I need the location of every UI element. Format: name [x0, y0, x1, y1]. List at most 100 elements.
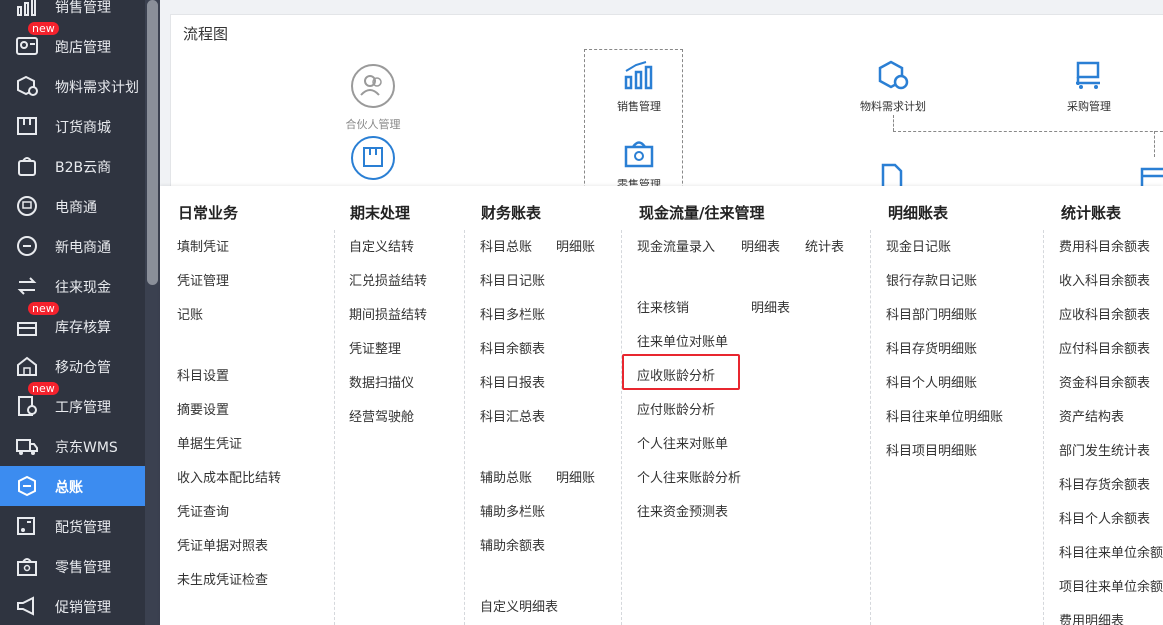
flow-node-label: 物料需求计划 — [860, 100, 926, 113]
partner-icon — [351, 64, 395, 108]
menu-item-stock-balance[interactable]: 科目存货余额表 — [1059, 474, 1150, 493]
retail-icon — [17, 558, 37, 576]
sidebar-item-mrp[interactable]: 物料需求计划 — [0, 66, 145, 106]
menu-item-unit-statement[interactable]: 往来单位对账单 — [637, 331, 728, 350]
menu-item-posting[interactable]: 记账 — [177, 304, 203, 323]
menu-item-income-balance[interactable]: 收入科目余额表 — [1059, 270, 1150, 289]
menu-item-account-daily-report[interactable]: 科目日报表 — [480, 372, 545, 391]
menu-item-fx-carryover[interactable]: 汇兑损益结转 — [349, 270, 427, 289]
menu-item-data-scanner[interactable]: 数据扫描仪 — [349, 372, 414, 391]
menu-item-custom-detail[interactable]: 自定义明细表 — [480, 596, 558, 615]
menu-item-detail-ledger[interactable]: 明细账 — [556, 236, 595, 255]
menu-item-receivable-balance[interactable]: 应收科目余额表 — [1059, 304, 1150, 323]
menu-item-revenue-cost-match[interactable]: 收入成本配比结转 — [177, 467, 281, 486]
flow-node-retail[interactable]: 零售管理 — [594, 137, 684, 192]
sidebar-scrollbar-thumb[interactable] — [147, 0, 158, 285]
flow-node-partner[interactable]: 合伙人管理 — [328, 63, 418, 132]
menu-item-summary-setup[interactable]: 摘要设置 — [177, 399, 229, 418]
menu-item-personal-statement[interactable]: 个人往来对账单 — [637, 433, 728, 452]
menu-item-project-unit-balance[interactable]: 项目往来单位余额 — [1059, 576, 1163, 595]
flow-node-store[interactable] — [328, 135, 418, 184]
sidebar-item-sales[interactable]: 销售管理 — [0, 0, 145, 26]
menu-item-personal-detail[interactable]: 科目个人明细账 — [886, 372, 977, 391]
flow-chart-panel: 流程图 合伙人管理 销售管理 零售管理 物料需求计划 采购管理 — [170, 14, 1163, 209]
sidebar-item-order-mall[interactable]: 订货商城 — [0, 106, 145, 146]
menu-item-aux-general-ledger[interactable]: 辅助总账 — [480, 467, 532, 486]
menu-item-payable-aging[interactable]: 应付账龄分析 — [637, 399, 715, 418]
sidebar-item-general-ledger[interactable]: 总账 — [0, 466, 145, 506]
flow-node-label: 采购管理 — [1067, 100, 1111, 113]
column-divider — [1043, 230, 1044, 625]
sidebar-item-jd-wms[interactable]: 京东WMS — [0, 426, 145, 466]
sidebar-item-inventory[interactable]: new 库存核算 — [0, 302, 145, 346]
menu-item-stock-detail[interactable]: 科目存货明细账 — [886, 338, 977, 357]
menu-heading-period-end: 期末处理 — [350, 204, 411, 222]
menu-item-expense-detail[interactable]: 费用明细表 — [1059, 610, 1124, 625]
menu-item-bank-journal[interactable]: 银行存款日记账 — [886, 270, 977, 289]
box-clock-icon — [878, 60, 909, 90]
sidebar-item-retail[interactable]: 零售管理 — [0, 546, 145, 586]
sidebar-item-store-visit[interactable]: new 跑店管理 — [0, 22, 145, 66]
sidebar-item-process[interactable]: new 工序管理 — [0, 382, 145, 426]
menu-heading-cashflow: 现金流量/往来管理 — [639, 204, 765, 222]
menu-item-voucher-query[interactable]: 凭证查询 — [177, 501, 229, 520]
menu-item-voucher-manage[interactable]: 凭证管理 — [177, 270, 229, 289]
menu-item-cashflow-entry[interactable]: 现金流量录入 — [637, 236, 715, 255]
menu-item-fund-forecast[interactable]: 往来资金预测表 — [637, 501, 728, 520]
menu-item-personal-balance[interactable]: 科目个人余额表 — [1059, 508, 1150, 527]
chart-bars-icon — [624, 61, 653, 90]
menu-item-custom-carryover[interactable]: 自定义结转 — [349, 236, 414, 255]
house-hand-icon — [17, 356, 37, 376]
menu-item-account-journal[interactable]: 科目日记账 — [480, 270, 545, 289]
menu-item-dept-detail[interactable]: 科目部门明细账 — [886, 304, 977, 323]
menu-item-account-setup[interactable]: 科目设置 — [177, 365, 229, 384]
sidebar-item-mobile-warehouse[interactable]: 移动仓管 — [0, 346, 145, 386]
menu-item-pl-carryover[interactable]: 期间损益结转 — [349, 304, 427, 323]
menu-item-project-detail[interactable]: 科目项目明细账 — [886, 440, 977, 459]
menu-item-personal-aging[interactable]: 个人往来账龄分析 — [637, 467, 741, 486]
menu-item-fund-balance[interactable]: 资金科目余额表 — [1059, 372, 1150, 391]
menu-item-aux-balance[interactable]: 辅助余额表 — [480, 535, 545, 554]
menu-item-verification[interactable]: 往来核销 — [637, 297, 689, 316]
flow-node-mrp[interactable]: 物料需求计划 — [848, 59, 938, 114]
stack-icon — [17, 322, 37, 336]
sidebar-item-label: 电商通 — [55, 200, 97, 216]
menu-item-expense-balance[interactable]: 费用科目余额表 — [1059, 236, 1150, 255]
menu-item-unit-balance[interactable]: 科目往来单位余额 — [1059, 542, 1163, 561]
menu-item-ungenerated-check[interactable]: 未生成凭证检查 — [177, 569, 268, 588]
menu-item-voucher-arrange[interactable]: 凭证整理 — [349, 338, 401, 357]
sidebar-item-promotion[interactable]: 促销管理 — [0, 586, 145, 625]
menu-item-verification-detail[interactable]: 明细表 — [751, 297, 790, 316]
sidebar-item-label: 物料需求计划 — [55, 80, 139, 96]
new-badge: new — [28, 302, 59, 315]
truck-icon — [16, 439, 38, 455]
menu-item-asset-structure[interactable]: 资产结构表 — [1059, 406, 1124, 425]
menu-item-account-balance[interactable]: 科目余额表 — [480, 338, 545, 357]
highlight-box — [622, 354, 740, 390]
sidebar-item-b2b[interactable]: B2B云商 — [0, 146, 145, 186]
menu-item-payable-balance[interactable]: 应付科目余额表 — [1059, 338, 1150, 357]
menu-item-cash-journal[interactable]: 现金日记账 — [886, 236, 951, 255]
menu-item-account-multicolumn[interactable]: 科目多栏账 — [480, 304, 545, 323]
menu-item-cashflow-detail[interactable]: 明细表 — [741, 236, 780, 255]
sidebar-item-distribution[interactable]: 配货管理 — [0, 506, 145, 546]
menu-item-dept-stats[interactable]: 部门发生统计表 — [1059, 440, 1150, 459]
menu-item-fill-voucher[interactable]: 填制凭证 — [177, 236, 229, 255]
menu-item-unit-detail[interactable]: 科目往来单位明细账 — [886, 406, 1003, 425]
menu-item-aux-detail-ledger[interactable]: 明细账 — [556, 467, 595, 486]
menu-item-dashboard[interactable]: 经营驾驶舱 — [349, 406, 414, 425]
menu-item-voucher-doc-compare[interactable]: 凭证单据对照表 — [177, 535, 268, 554]
sidebar-item-new-ecommerce[interactable]: 新电商通 — [0, 226, 145, 266]
menu-item-account-general-ledger[interactable]: 科目总账 — [480, 236, 532, 255]
menu-item-aux-multicolumn[interactable]: 辅助多栏账 — [480, 501, 545, 520]
menu-item-doc-to-voucher[interactable]: 单据生凭证 — [177, 433, 242, 452]
menu-item-account-summary[interactable]: 科目汇总表 — [480, 406, 545, 425]
menu-item-cashflow-stats[interactable]: 统计表 — [805, 236, 844, 255]
sidebar-item-cash[interactable]: 往来现金 — [0, 266, 145, 306]
sidebar-item-label: B2B云商 — [55, 160, 112, 176]
sidebar-item-ecommerce[interactable]: 电商通 — [0, 186, 145, 226]
sidebar-item-label: 销售管理 — [55, 0, 111, 16]
flow-node-sales[interactable]: 销售管理 — [594, 59, 684, 114]
sidebar-item-label: 零售管理 — [55, 560, 111, 576]
flow-node-purchase[interactable]: 采购管理 — [1044, 59, 1134, 114]
